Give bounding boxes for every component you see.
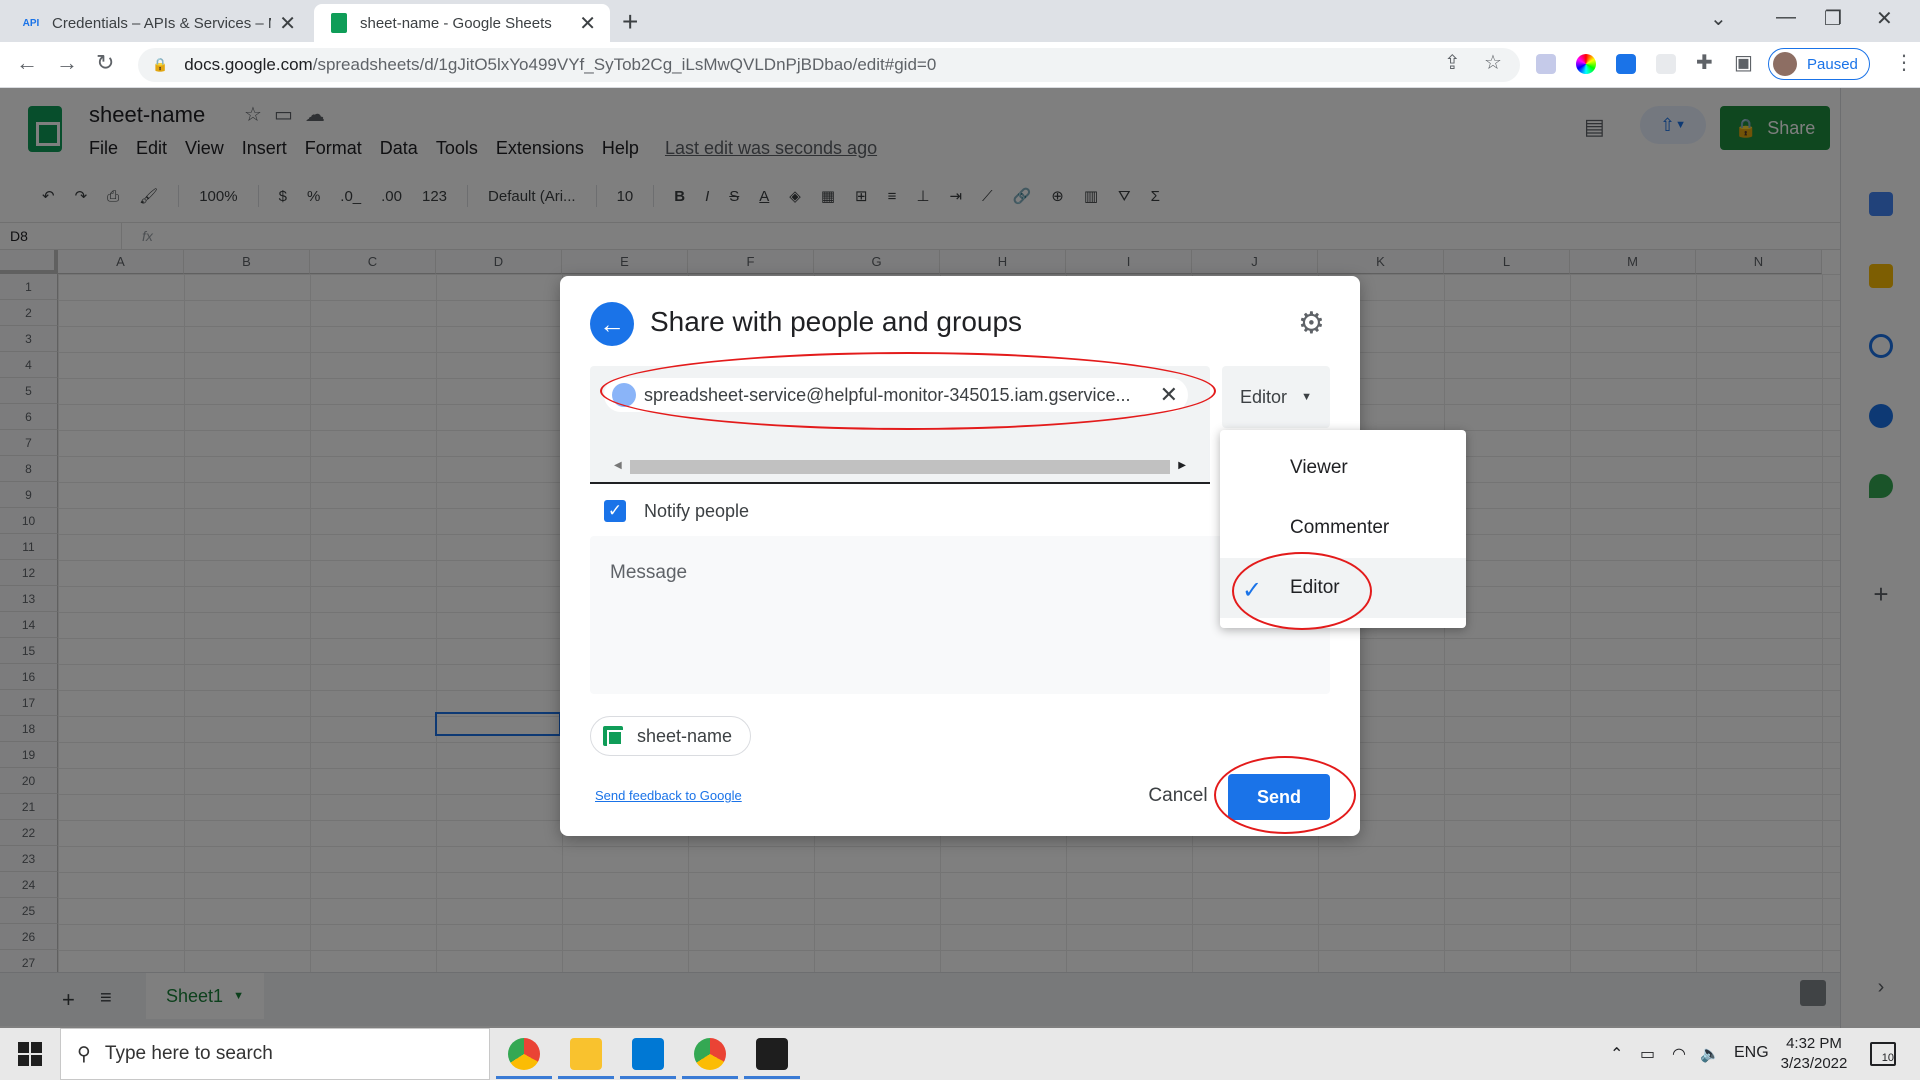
chrome-profile-taskbar-icon[interactable] bbox=[694, 1038, 726, 1070]
side-panel-icon[interactable]: ▣ bbox=[1734, 50, 1753, 75]
gear-icon[interactable]: ⚙ bbox=[1298, 306, 1325, 341]
role-option-label: Viewer bbox=[1290, 457, 1348, 478]
blank-extension-icon[interactable] bbox=[1656, 54, 1676, 74]
address-bar-row: ← → ↻ 🔒 docs.google.com /spreadsheets/d/… bbox=[0, 42, 1920, 88]
api-favicon-icon: API bbox=[22, 17, 40, 29]
back-icon[interactable]: ← bbox=[16, 50, 38, 76]
close-window-icon[interactable]: ✕ bbox=[1876, 6, 1893, 31]
file-chip[interactable]: sheet-name bbox=[590, 716, 752, 756]
recipients-field[interactable]: spreadsheet-service@helpful-monitor-3450… bbox=[590, 366, 1210, 484]
recipient-chip[interactable]: spreadsheet-service@helpful-monitor-3450… bbox=[604, 378, 1188, 412]
running-indicator bbox=[744, 1076, 800, 1079]
tray-chevron-up-icon[interactable]: ⌃ bbox=[1610, 1044, 1623, 1064]
wifi-icon[interactable]: ◠ bbox=[1672, 1044, 1686, 1064]
cancel-button[interactable]: Cancel bbox=[1138, 774, 1218, 818]
role-option-editor[interactable]: ✓ Editor bbox=[1220, 558, 1466, 618]
color-extension-icon[interactable] bbox=[1576, 54, 1596, 74]
taskbar-clock[interactable]: 4:32 PM 3/23/2022 bbox=[1764, 1034, 1864, 1074]
role-option-label: Commenter bbox=[1290, 517, 1390, 538]
windows-start-icon[interactable] bbox=[18, 1042, 42, 1066]
recipient-email: spreadsheet-service@helpful-monitor-3450… bbox=[644, 384, 1131, 405]
clock-time: 4:32 PM bbox=[1786, 1035, 1842, 1052]
notify-people-option[interactable]: ✓ Notify people bbox=[604, 500, 749, 522]
download-extension-icon[interactable] bbox=[1616, 54, 1636, 74]
running-indicator bbox=[620, 1076, 676, 1079]
chevron-down-icon: ▼ bbox=[1301, 391, 1312, 403]
windows-taskbar: ⚲ Type here to search ⌃ ▭ ◠ 🔈 ENG 4:32 P… bbox=[0, 1028, 1920, 1080]
notification-center-icon[interactable]: 10 bbox=[1870, 1042, 1896, 1066]
recipients-scrollbar[interactable]: ◀ ▶ bbox=[610, 458, 1192, 474]
running-indicator bbox=[558, 1076, 614, 1079]
reload-icon[interactable]: ↻ bbox=[96, 50, 114, 76]
dialog-title: Share with people and groups bbox=[650, 306, 1023, 337]
back-arrow-icon[interactable]: ← bbox=[590, 302, 634, 346]
profile-status: Paused bbox=[1807, 55, 1858, 73]
send-feedback-link[interactable]: Send feedback to Google bbox=[595, 788, 742, 803]
chrome-taskbar-icon[interactable] bbox=[508, 1038, 540, 1070]
role-option-commenter[interactable]: Commenter bbox=[1220, 498, 1466, 558]
shield-extension-icon[interactable] bbox=[1536, 54, 1556, 74]
remove-recipient-icon[interactable]: ✕ bbox=[1160, 382, 1178, 408]
checkmark-icon: ✓ bbox=[1242, 577, 1263, 604]
running-indicator bbox=[496, 1076, 552, 1079]
profile-button[interactable]: Paused bbox=[1768, 48, 1870, 80]
notify-checkbox[interactable]: ✓ bbox=[604, 500, 626, 522]
tab-search-chevron-icon[interactable]: ⌄ bbox=[1710, 6, 1727, 31]
forward-icon[interactable]: → bbox=[56, 50, 78, 76]
url-input[interactable]: 🔒 docs.google.com /spreadsheets/d/1gJitO… bbox=[138, 48, 1520, 82]
volume-icon[interactable]: 🔈 bbox=[1700, 1044, 1720, 1064]
restore-icon[interactable]: ❐ bbox=[1824, 6, 1842, 31]
sheets-file-icon bbox=[603, 726, 623, 746]
search-icon: ⚲ bbox=[77, 1043, 91, 1065]
battery-icon[interactable]: ▭ bbox=[1640, 1044, 1655, 1064]
minimize-icon[interactable]: — bbox=[1776, 6, 1796, 29]
role-option-label: Editor bbox=[1290, 577, 1340, 598]
sheets-favicon-icon bbox=[328, 13, 350, 33]
tab-credentials[interactable]: API Credentials – APIs & Services – M ✕ bbox=[6, 4, 310, 42]
browser-menu-icon[interactable]: ⋮ bbox=[1894, 50, 1914, 75]
taskbar-search[interactable]: ⚲ Type here to search bbox=[60, 1028, 490, 1080]
tab-title: sheet-name - Google Sheets bbox=[360, 14, 552, 32]
vscode-icon[interactable] bbox=[632, 1038, 664, 1070]
role-select-label: Editor bbox=[1240, 386, 1288, 407]
scroll-right-icon[interactable]: ▶ bbox=[1178, 460, 1186, 471]
new-tab-icon[interactable]: + bbox=[622, 6, 638, 38]
clock-date: 3/23/2022 bbox=[1780, 1055, 1848, 1072]
file-chip-label: sheet-name bbox=[637, 725, 733, 746]
file-explorer-icon[interactable] bbox=[570, 1038, 602, 1070]
extensions-puzzle-icon[interactable]: ✚ bbox=[1696, 50, 1713, 75]
browser-tab-bar: API Credentials – APIs & Services – M ✕ … bbox=[0, 0, 1920, 42]
profile-avatar bbox=[1773, 52, 1797, 76]
scroll-left-icon[interactable]: ◀ bbox=[614, 460, 622, 471]
send-button[interactable]: Send bbox=[1228, 774, 1330, 820]
notify-label: Notify people bbox=[644, 500, 750, 521]
bookmark-star-icon[interactable]: ☆ bbox=[1484, 50, 1502, 75]
lock-icon: 🔒 bbox=[152, 57, 169, 72]
role-dropdown-menu: Viewer Commenter ✓ Editor bbox=[1220, 430, 1466, 628]
tab-sheets[interactable]: sheet-name - Google Sheets ✕ bbox=[314, 4, 610, 42]
scrollbar-thumb[interactable] bbox=[630, 460, 1170, 474]
tab-title: Credentials – APIs & Services – M bbox=[52, 14, 272, 32]
url-host: docs.google.com bbox=[184, 55, 313, 74]
role-select[interactable]: Editor ▼ bbox=[1222, 366, 1330, 428]
taskbar-search-placeholder: Type here to search bbox=[104, 1043, 273, 1064]
figma-icon[interactable] bbox=[756, 1038, 788, 1070]
running-indicator bbox=[682, 1076, 738, 1079]
share-page-icon[interactable]: ⇪ bbox=[1444, 50, 1461, 75]
close-tab-icon[interactable]: ✕ bbox=[579, 11, 596, 36]
message-input[interactable]: Message bbox=[590, 536, 1330, 694]
person-avatar-icon bbox=[612, 383, 636, 407]
url-path: /spreadsheets/d/1gJitO5lxYo499VYf_SyTob2… bbox=[312, 55, 937, 74]
role-option-viewer[interactable]: Viewer bbox=[1220, 438, 1466, 498]
close-tab-icon[interactable]: ✕ bbox=[279, 11, 296, 36]
